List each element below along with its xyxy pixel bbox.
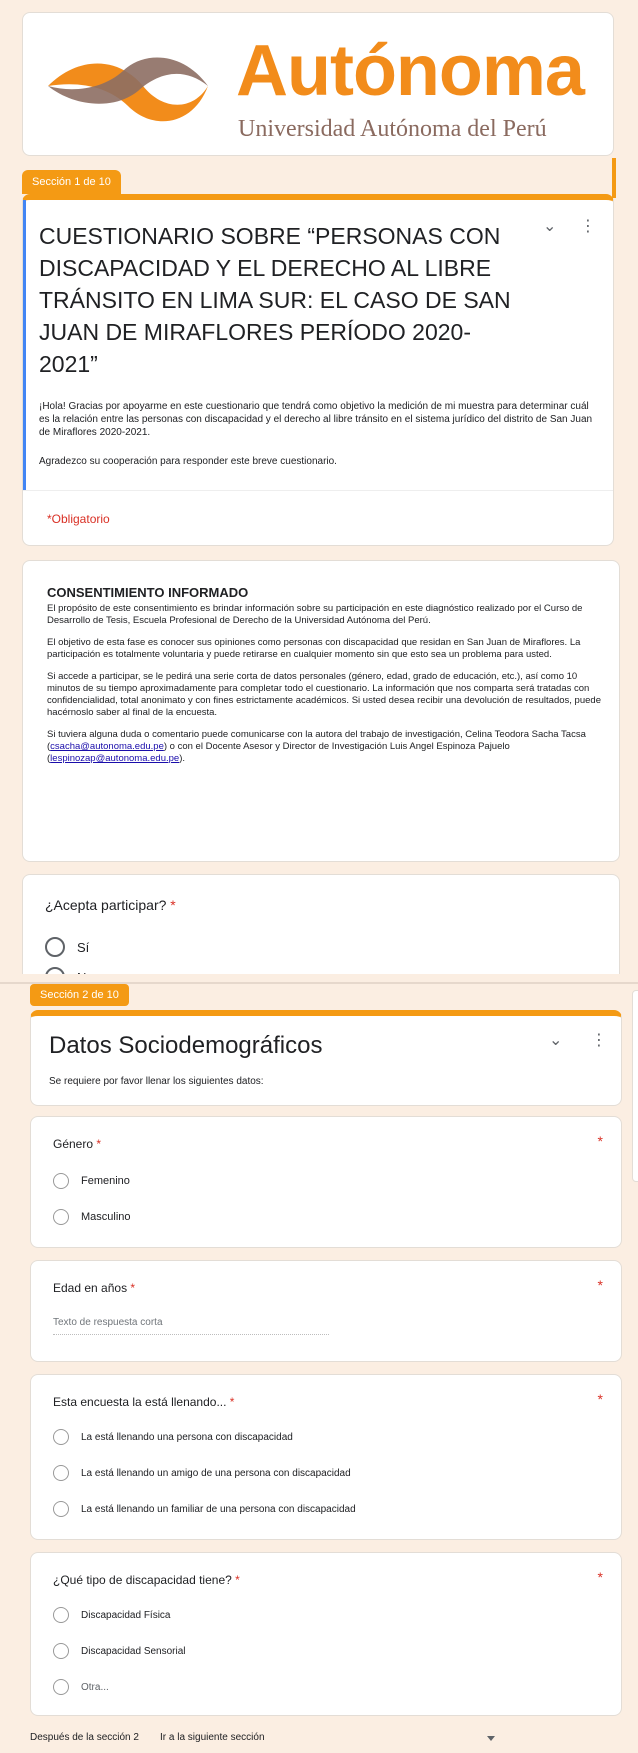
disability-option-other[interactable]: Otra... [53,1679,109,1695]
radio-icon[interactable] [53,1429,69,1445]
age-question-title: Edad en años * [53,1281,135,1295]
consent-paragraph-4: Si tuviera alguna duda o comentario pued… [47,729,607,765]
disability-label: ¿Qué tipo de discapacidad tiene? [53,1573,232,1587]
filler-question-card: Esta encuesta la está llenando... * * La… [30,1374,622,1540]
consent-p4-c: ). [179,753,185,764]
accept-option-yes-label: Sí [77,939,90,955]
age-question-card: Edad en años * * Texto de respuesta cort… [30,1260,622,1362]
consent-paragraph-2: El objetivo de esta fase es conocer sus … [47,637,581,660]
more-options-icon[interactable]: ⋮ [580,216,596,236]
consent-heading: CONSENTIMIENTO INFORMADO [47,585,249,600]
radio-icon[interactable] [53,1679,69,1695]
required-corner-icon: * [597,1133,603,1149]
accept-question-title: ¿Acepta participar? * [45,897,176,913]
disability-option-sensory-label: Discapacidad Sensorial [81,1645,186,1657]
disability-option-sensory[interactable]: Discapacidad Sensorial [53,1643,186,1659]
section-1-header-card: CUESTIONARIO SOBRE “PERSONAS CON DISCAPA… [22,194,614,546]
consent-body: El propósito de este consentimiento es b… [47,603,607,765]
logo-subtitle: Universidad Autónoma del Perú [238,116,547,142]
required-asterisk: * [229,1395,235,1409]
collapse-section-icon[interactable]: ⌄ [549,1030,562,1050]
gender-option-female-label: Femenino [81,1175,130,1187]
required-asterisk: * [235,1573,240,1587]
accept-option-no-label: No [77,970,94,975]
filler-label: Esta encuesta la está llenando... [53,1395,227,1409]
disability-question-card: ¿Qué tipo de discapacidad tiene? * * Dis… [30,1552,622,1716]
author-email-link[interactable]: csacha@autonoma.edu.pe [50,741,164,752]
filler-option-friend-label: La está llenando un amigo de una persona… [81,1467,351,1479]
section-edge-accent [612,158,616,198]
accept-option-yes[interactable]: Sí [45,937,89,957]
form-title: CUESTIONARIO SOBRE “PERSONAS CON DISCAPA… [39,223,511,377]
section-1-tab: Sección 1 de 10 [22,170,121,194]
focus-indicator [23,200,26,490]
radio-icon[interactable] [45,967,65,974]
gender-option-male[interactable]: Masculino [53,1209,131,1225]
gender-question-title: Género * [53,1137,101,1151]
filler-option-family[interactable]: La está llenando un familiar de una pers… [53,1501,356,1517]
logo-swoosh-icon [48,57,208,122]
section-navigation-value: Ir a la siguiente sección [160,1732,265,1743]
section-2-tab: Sección 2 de 10 [30,984,129,1006]
radio-icon[interactable] [45,937,65,957]
radio-icon[interactable] [53,1173,69,1189]
required-corner-icon: * [597,1569,603,1585]
required-asterisk: * [130,1281,136,1295]
radio-icon[interactable] [53,1607,69,1623]
divider [23,490,613,491]
disability-option-physical-label: Discapacidad Física [81,1609,171,1621]
header-logo-card: Autónoma Universidad Autónoma del Perú [22,12,614,156]
required-note: *Obligatorio [47,512,110,526]
disability-question-title: ¿Qué tipo de discapacidad tiene? * [53,1573,240,1587]
filler-option-family-label: La está llenando un familiar de una pers… [81,1503,356,1515]
gender-option-female[interactable]: Femenino [53,1173,130,1189]
form-thanks: Agradezco su cooperación para responder … [39,456,337,467]
section-navigation-select[interactable]: Ir a la siguiente sección [160,1732,495,1743]
dropdown-arrow-icon [487,1736,495,1741]
age-label: Edad en años [53,1281,128,1295]
side-toolbar[interactable] [632,990,638,1182]
filler-option-person-label: La está llenando una persona con discapa… [81,1431,293,1443]
gender-option-male-label: Masculino [81,1211,131,1223]
radio-icon[interactable] [53,1501,69,1517]
required-asterisk: * [96,1137,102,1151]
accept-question-card: ¿Acepta participar? * Sí No [22,874,620,974]
logo-wordmark: Autónoma [236,31,585,111]
section-2-description: Se requiere por favor llenar los siguien… [49,1076,264,1087]
required-corner-icon: * [597,1277,603,1293]
filler-option-person[interactable]: La está llenando una persona con discapa… [53,1429,293,1445]
radio-icon[interactable] [53,1465,69,1481]
required-asterisk: * [170,897,176,913]
consent-paragraph-3: Si accede a participar, se le pedirá una… [47,671,601,718]
consent-card: CONSENTIMIENTO INFORMADO El propósito de… [22,560,620,862]
radio-icon[interactable] [53,1643,69,1659]
advisor-email-link[interactable]: lespinozap@autonoma.edu.pe [50,753,179,764]
filler-option-friend[interactable]: La está llenando un amigo de una persona… [53,1465,351,1481]
accept-question-label: ¿Acepta participar? [45,897,167,913]
section-2-title: Datos Sociodemográficos [49,1032,323,1059]
more-options-icon[interactable]: ⋮ [591,1030,607,1050]
accept-option-no[interactable]: No [45,967,94,974]
collapse-section-icon[interactable]: ⌄ [543,216,556,236]
section-2-header-card: Datos Sociodemográficos Se requiere por … [30,1010,622,1106]
disability-option-physical[interactable]: Discapacidad Física [53,1607,170,1623]
radio-icon[interactable] [53,1209,69,1225]
required-corner-icon: * [597,1391,603,1407]
age-short-answer-field[interactable]: Texto de respuesta corta [53,1317,329,1335]
after-section-label: Después de la sección 2 [30,1732,139,1743]
disability-option-other-label: Otra... [81,1681,109,1693]
filler-question-title: Esta encuesta la está llenando... * [53,1395,234,1409]
gender-label: Género [53,1137,94,1151]
gender-question-card: Género * * Femenino Masculino [30,1116,622,1248]
form-intro: ¡Hola! Gracias por apoyarme en este cues… [39,401,593,438]
consent-paragraph-1: El propósito de este consentimiento es b… [47,603,583,626]
